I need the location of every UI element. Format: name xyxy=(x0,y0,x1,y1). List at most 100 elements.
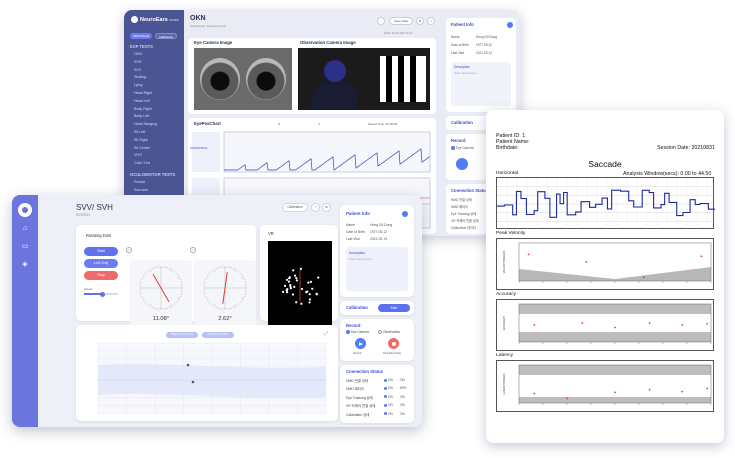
dial-tick xyxy=(169,267,171,270)
connection-row-label: Eye Tracking 상태 xyxy=(451,212,477,216)
patient-info-card: Patient Info Name Hong Gil Dong Date of … xyxy=(340,205,414,297)
pi-dob-label: Date of Birth xyxy=(346,230,365,234)
connection-row-state: ON xyxy=(388,403,393,408)
sidebar-test-item[interactable]: Head Hanging xyxy=(134,122,157,126)
sidebar-test-item[interactable]: Cold / Hot xyxy=(134,161,150,165)
left-only-button[interactable]: Left Only xyxy=(84,259,118,268)
sidebar-test-item[interactable]: Sit Center xyxy=(134,146,150,150)
status-dot-icon xyxy=(384,395,387,399)
dial-tick xyxy=(151,267,153,270)
calibration-start-button[interactable]: Start xyxy=(378,304,410,312)
settings-icon[interactable]: ⚙ xyxy=(416,17,424,25)
rotating-dots-title: Rotating Dots xyxy=(86,233,112,238)
sidebar-test-item[interactable]: Sit Left xyxy=(134,130,145,134)
save-data-button[interactable]: Save Data xyxy=(389,17,413,25)
sidebar-test-item[interactable]: Head Left xyxy=(134,99,150,103)
monitor-icon[interactable]: ▭ xyxy=(20,243,30,251)
description-box[interactable]: Description Write description... xyxy=(346,247,408,291)
sidebar-test-item[interactable]: Body Left xyxy=(134,114,149,118)
calibration-pill[interactable]: Calibration xyxy=(155,33,177,39)
dial-tick xyxy=(151,306,153,309)
dial-tick xyxy=(144,273,146,275)
home-icon[interactable]: ⌂ xyxy=(20,225,30,233)
eyepos-axis-label: HORIZONTAL xyxy=(190,146,208,150)
vr-dot xyxy=(311,287,314,290)
stop-icon xyxy=(391,341,396,346)
calibration-button[interactable]: Calibration xyxy=(282,203,308,212)
observation-radio[interactable] xyxy=(378,330,382,334)
vr-dot xyxy=(308,293,311,296)
okn-result-pill[interactable]: OKN Result xyxy=(130,33,152,39)
page-subtitle: Optokinetic nystagmus test xyxy=(190,24,227,28)
connection-row-extra: ON xyxy=(400,403,405,408)
back-icon[interactable]: ‹ xyxy=(311,203,320,212)
dial-tick xyxy=(174,271,176,273)
dial-tick xyxy=(146,303,148,305)
sidebar-test-item[interactable]: OKN xyxy=(134,52,142,56)
accuracy-label: Accuracy xyxy=(496,292,517,297)
expand-icon[interactable]: ⤢ xyxy=(324,331,328,337)
subject-head-hmd xyxy=(324,60,346,82)
sidebar-test-item[interactable]: Sit Right xyxy=(134,138,148,142)
sidebar-test-item[interactable]: Body Right xyxy=(134,107,152,111)
pi-lastvisit-label: Last Visit xyxy=(346,237,360,241)
eye-camera-radio[interactable] xyxy=(346,330,350,334)
dial-tick xyxy=(177,274,179,277)
wifi-icon[interactable]: ◈ xyxy=(20,261,30,269)
back-icon[interactable]: ‹ xyxy=(377,17,385,25)
speed-slider[interactable] xyxy=(84,291,118,297)
dial-1: 11.08° xyxy=(130,260,192,330)
bright-environment-pill[interactable]: Bright Environment xyxy=(166,332,198,338)
sidebar-oculomotor-item[interactable]: Saccade xyxy=(134,188,148,192)
svv-sidebar: ⌂ ▭ ◈ xyxy=(12,195,38,427)
dial-tick xyxy=(143,274,145,277)
stop-recording-button[interactable] xyxy=(388,338,399,349)
metric-point xyxy=(581,322,584,324)
dial-tick xyxy=(147,270,150,272)
vr-dots xyxy=(281,267,320,305)
app-logo-icon[interactable] xyxy=(18,203,32,217)
dark-environment-pill[interactable]: Dark Environment xyxy=(202,332,234,338)
vr-dot xyxy=(285,291,289,294)
start-button[interactable]: Start xyxy=(84,247,118,256)
radio-icon[interactable] xyxy=(451,146,455,150)
sidebar-oculomotor-item[interactable]: Pursuit xyxy=(134,180,145,184)
connection-row-state: ON xyxy=(388,394,393,399)
connection-row-state: ON xyxy=(388,378,393,382)
vr-view xyxy=(268,241,332,329)
svv-point xyxy=(191,380,195,384)
sidebar-test-item[interactable]: Skating xyxy=(134,75,146,79)
vr-dot xyxy=(307,281,310,284)
dial-tick xyxy=(140,296,143,298)
sidebar-test-item[interactable]: Lying xyxy=(134,83,142,87)
eyepos-option-h[interactable]: H xyxy=(278,122,280,126)
eye-camera-option[interactable]: Eye Camera xyxy=(351,330,369,334)
connection-row-state: ON xyxy=(388,411,393,416)
metric-lower-band xyxy=(519,332,711,342)
vr-dot xyxy=(289,285,292,288)
metric-point xyxy=(706,322,709,325)
record-button[interactable] xyxy=(456,158,468,170)
connection-row-extra: 89% xyxy=(400,386,407,391)
vr-dot xyxy=(308,301,311,304)
sidebar-test-item[interactable]: SVV xyxy=(134,68,141,72)
sidebar-test-item[interactable]: SVH xyxy=(134,60,141,64)
dial-tick xyxy=(147,304,150,306)
dial-2-toggle-icon[interactable]: ‹ xyxy=(190,247,196,253)
close-icon[interactable]: × xyxy=(427,17,435,25)
observation-option[interactable]: Observation xyxy=(383,330,400,334)
settings-icon[interactable]: ⚙ xyxy=(322,203,331,212)
eyepos-option-v[interactable]: V xyxy=(318,122,320,126)
description-box[interactable]: Description Write description... xyxy=(451,62,511,106)
dial-tick xyxy=(204,296,207,298)
okn-patient-info: Patient Info Name Hong Gil Dong Date of … xyxy=(446,18,516,112)
sidebar-test-item[interactable]: Head Right xyxy=(134,91,152,95)
record-button[interactable] xyxy=(355,338,366,349)
stop-button[interactable]: Stop xyxy=(84,271,118,280)
dial-1-toggle-icon[interactable]: ‹ xyxy=(126,247,132,253)
svv-point xyxy=(186,363,190,367)
speed-slider-thumb[interactable] xyxy=(100,291,105,297)
app-logo: NeuroEars CLINIC xyxy=(131,16,179,23)
vr-dot xyxy=(315,293,318,296)
sidebar-test-item[interactable]: VHIT xyxy=(134,153,142,157)
